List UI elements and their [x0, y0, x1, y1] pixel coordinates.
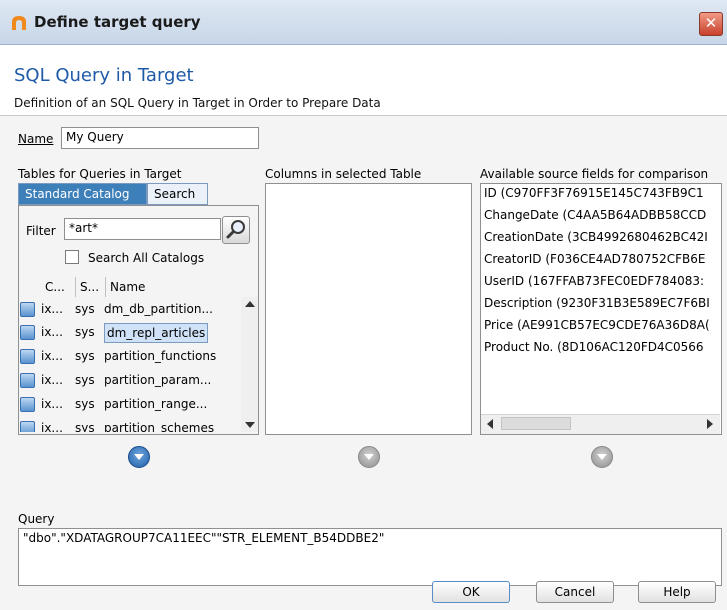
row-name: partition_range...	[104, 397, 208, 411]
scroll-right-icon[interactable]	[705, 419, 715, 429]
list-item[interactable]: ChangeDate (C4AA5B64ADBB58CCD	[484, 208, 706, 222]
row-name: dm_db_partition...	[104, 302, 213, 316]
row-name: partition_functions	[104, 349, 217, 363]
name-field[interactable]: My Query	[61, 127, 259, 149]
name-label: Name	[18, 132, 54, 146]
table-row-selected[interactable]: ix... sys dm_repl_articles	[20, 322, 238, 344]
table-icon	[20, 325, 35, 340]
source-fields-list[interactable]: ID (C970FF3F76915E145C743FB9C1 ChangeDat…	[480, 183, 722, 435]
scroll-down-icon[interactable]	[245, 422, 255, 428]
table-row[interactable]: ix... sys partition_param...	[20, 370, 238, 392]
table-row[interactable]: ix... sys dm_db_partition...	[20, 299, 238, 321]
tables-grid-header: C... S... Name	[20, 277, 258, 297]
row-schema: sys	[75, 302, 95, 316]
row-schema: sys	[75, 421, 95, 432]
table-icon	[20, 302, 35, 317]
dialog-window: Define target query ✕ SQL Query in Targe…	[0, 0, 727, 610]
list-item[interactable]: Description (9230F31B3E589EC7F6BI	[484, 296, 710, 310]
row-schema: sys	[75, 397, 95, 411]
add-table-button[interactable]	[128, 446, 150, 468]
scroll-up-icon[interactable]	[245, 301, 255, 307]
table-row[interactable]: ix... sys partition_functions	[20, 346, 238, 368]
list-item[interactable]: Product No. (8D106AC120FD4C0566	[484, 340, 704, 354]
column-header-catalog[interactable]: C...	[41, 277, 76, 297]
row-catalog: ix...	[41, 302, 63, 316]
row-catalog: ix...	[41, 397, 63, 411]
list-item[interactable]: ID (C970FF3F76915E145C743FB9C1	[484, 186, 704, 200]
filter-label: Filter	[26, 224, 56, 238]
list-item[interactable]: Price (AE991CB57EC9CDE76A36D8A(	[484, 318, 710, 332]
tab-search[interactable]: Search	[147, 183, 208, 205]
row-schema: sys	[75, 349, 95, 363]
row-catalog: ix...	[41, 373, 63, 387]
table-icon	[20, 421, 35, 432]
row-name: partition_schemes	[104, 421, 215, 432]
arrow-down-icon	[364, 454, 374, 460]
app-logo-icon	[12, 16, 26, 30]
window-title: Define target query	[34, 13, 201, 31]
list-item[interactable]: CreationDate (3CB4992680462BC42I	[484, 230, 708, 244]
search-icon	[226, 220, 245, 239]
table-row[interactable]: ix... sys partition_schemes	[20, 418, 238, 432]
source-fields-label: Available source fields for comparison	[480, 167, 709, 181]
tab-standard-catalog[interactable]: Standard Catalog	[18, 183, 147, 205]
search-all-checkbox[interactable]	[65, 250, 79, 264]
table-icon	[20, 349, 35, 364]
help-button[interactable]: Help	[638, 581, 716, 603]
query-textarea[interactable]: "dbo"."XDATAGROUP7CA11EEC""STR_ELEMENT_B…	[18, 528, 722, 586]
arrow-down-icon	[134, 454, 144, 460]
row-catalog: ix...	[41, 325, 63, 339]
arrow-down-icon	[597, 454, 607, 460]
column-header-schema[interactable]: S...	[76, 277, 106, 297]
columns-list[interactable]	[265, 183, 472, 435]
title-bar[interactable]: Define target query ✕	[0, 0, 727, 45]
tables-label: Tables for Queries in Target	[18, 167, 182, 181]
query-label: Query	[18, 512, 55, 526]
dialog-header: SQL Query in Target Definition of an SQL…	[0, 45, 727, 115]
page-title: SQL Query in Target	[14, 65, 194, 86]
add-column-button[interactable]	[358, 446, 380, 468]
table-icon	[20, 373, 35, 388]
row-catalog: ix...	[41, 349, 63, 363]
list-item[interactable]: UserID (167FFAB73FEC0EDF784083:	[484, 274, 704, 288]
columns-label: Columns in selected Table	[265, 167, 422, 181]
page-subtitle: Definition of an SQL Query in Target in …	[14, 96, 381, 110]
row-catalog: ix...	[41, 421, 63, 432]
list-item[interactable]: CreatorID (F036CE4AD780752CFB6E	[484, 252, 705, 266]
tables-vertical-scrollbar[interactable]	[241, 297, 258, 432]
source-horizontal-scrollbar[interactable]	[481, 414, 720, 434]
column-header-icon	[20, 277, 41, 297]
row-name: dm_repl_articles	[104, 323, 209, 343]
row-schema: sys	[75, 373, 95, 387]
table-row[interactable]: ix... sys partition_range...	[20, 394, 238, 416]
cancel-button[interactable]: Cancel	[536, 581, 614, 603]
scroll-thumb[interactable]	[501, 417, 571, 430]
scroll-left-icon[interactable]	[485, 419, 495, 429]
row-name: partition_param...	[104, 373, 212, 387]
add-source-field-button[interactable]	[591, 446, 613, 468]
header-divider	[0, 115, 727, 116]
search-button[interactable]	[222, 216, 250, 244]
search-all-label: Search All Catalogs	[88, 251, 205, 265]
filter-input[interactable]: *art*	[64, 218, 221, 240]
table-icon	[20, 397, 35, 412]
row-schema: sys	[75, 325, 95, 339]
close-button[interactable]: ✕	[699, 12, 723, 36]
column-header-name[interactable]: Name	[106, 277, 238, 297]
ok-button[interactable]: OK	[432, 581, 510, 603]
